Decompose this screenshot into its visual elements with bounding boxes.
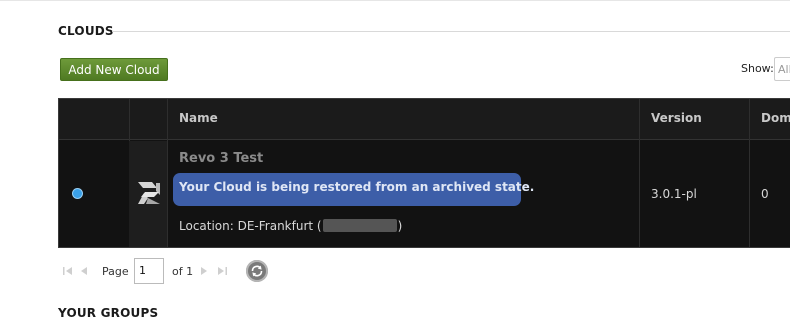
column-header-domains[interactable]: Doma (761, 111, 790, 125)
column-separator (749, 99, 750, 247)
refresh-icon[interactable] (246, 260, 268, 282)
pagination-toolbar: Page 1 of 1 (60, 258, 280, 286)
your-groups-section-title: YOUR GROUPS (58, 306, 159, 320)
column-separator (167, 99, 168, 247)
page-label: Page (102, 265, 129, 278)
cloud-domains-count: 0 (761, 187, 769, 201)
previous-page-icon[interactable] (78, 265, 90, 277)
redacted-location (322, 219, 397, 232)
clouds-grid: Name Version Doma Revo 3 Test Your Cloud… (58, 98, 790, 248)
grid-header: Name Version Doma (59, 99, 790, 140)
show-select[interactable]: All (774, 57, 790, 81)
modx-logo-icon (138, 182, 160, 204)
row-select-radio[interactable] (73, 189, 82, 198)
cloud-location: Location: DE-Frankfurt () (179, 219, 402, 233)
cloud-name[interactable]: Revo 3 Test (179, 151, 263, 166)
first-page-icon[interactable] (62, 265, 74, 277)
location-close: ) (397, 219, 403, 233)
page-number-input[interactable]: 1 (134, 258, 164, 284)
column-header-name[interactable]: Name (179, 111, 218, 125)
page-count-label: of 1 (172, 265, 194, 278)
restore-status-badge: Your Cloud is being restored from an arc… (173, 173, 534, 206)
location-text: Location: DE-Frankfurt ( (179, 219, 322, 233)
show-label: Show: (741, 62, 774, 75)
last-page-icon[interactable] (216, 265, 228, 277)
column-header-version[interactable]: Version (651, 111, 702, 125)
next-page-icon[interactable] (198, 265, 210, 277)
top-divider (0, 0, 790, 1)
clouds-section-rule (112, 31, 790, 32)
add-new-cloud-button[interactable]: Add New Cloud (60, 58, 168, 81)
clouds-section-title: CLOUDS (58, 24, 114, 38)
column-separator (639, 99, 640, 247)
cloud-version: 3.0.1-pl (651, 187, 697, 201)
